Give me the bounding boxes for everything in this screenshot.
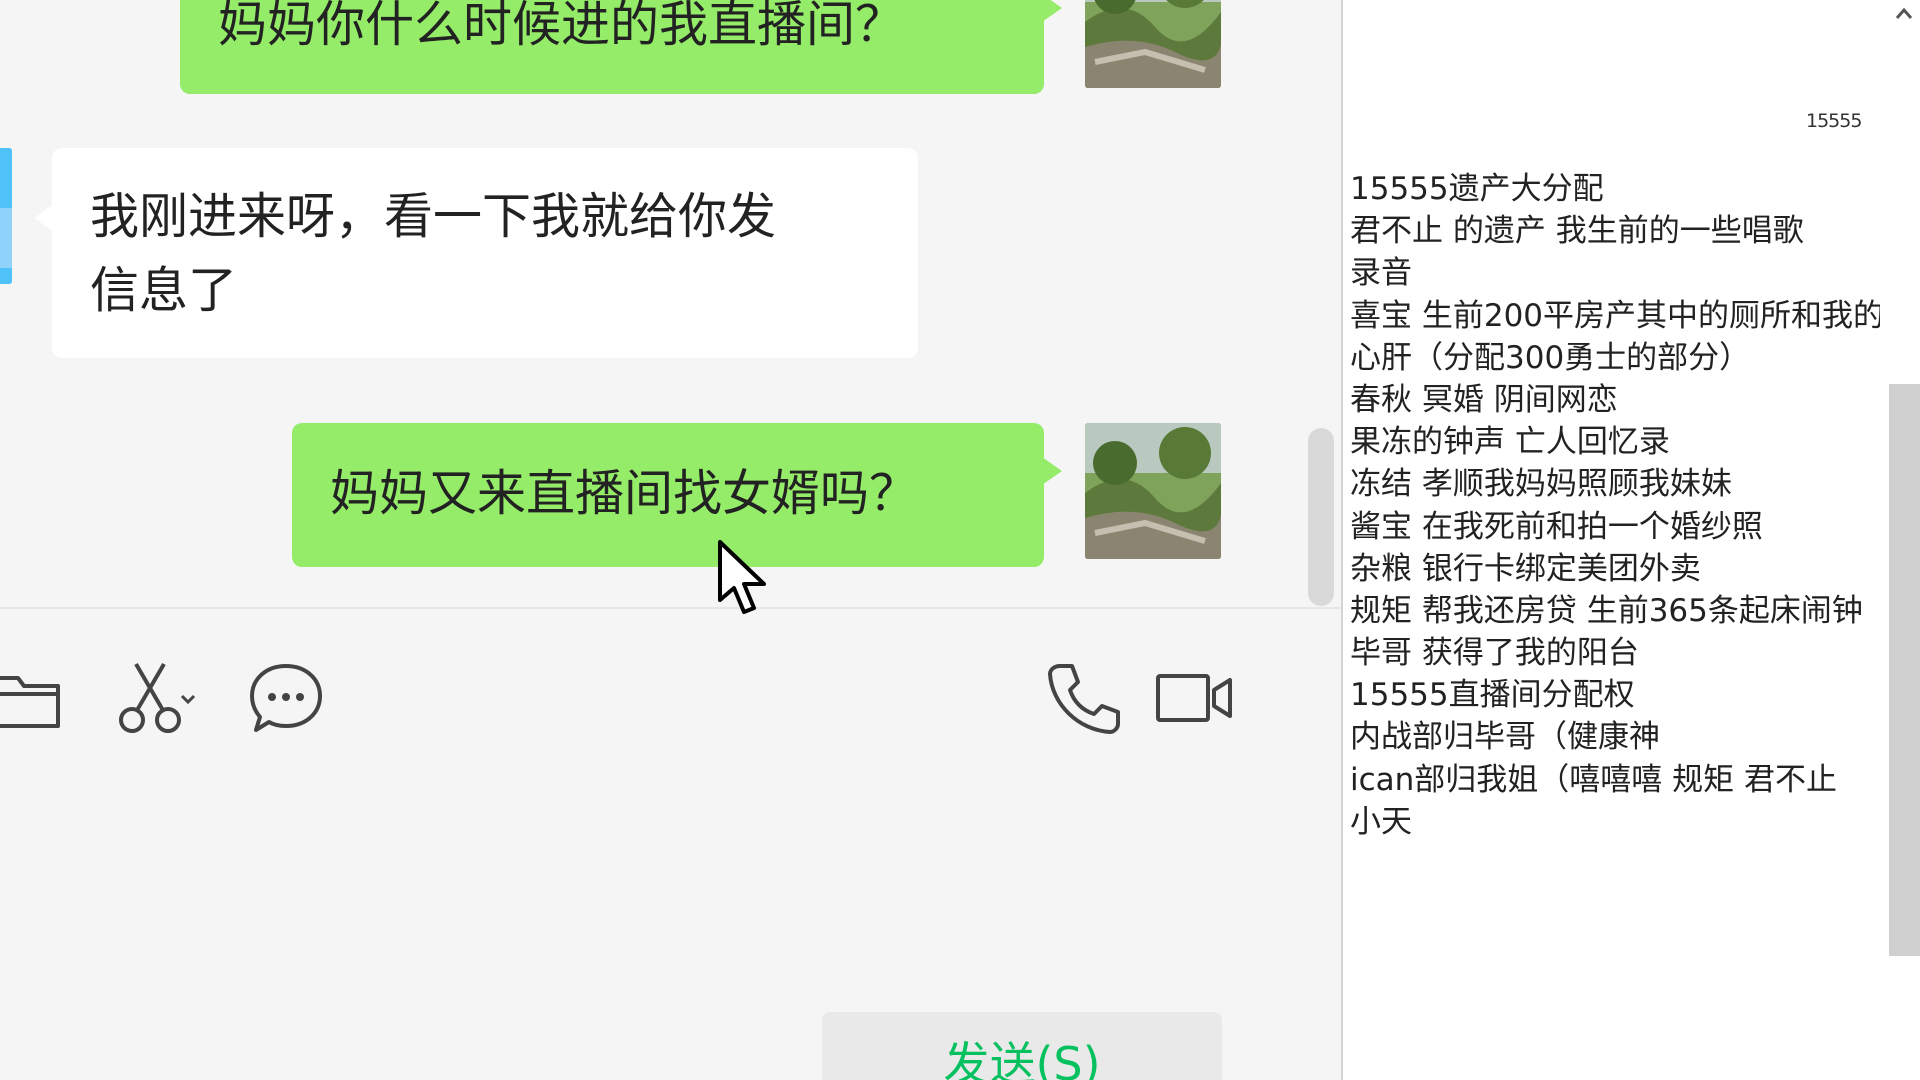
screen: 妈妈你什么时候进的我直播间？ 我刚进来呀，看一下我就给你发 信息了 妈妈又来直播… <box>0 0 1920 1080</box>
self-avatar[interactable] <box>1085 423 1221 559</box>
message-bubble-incoming[interactable]: 我刚进来呀，看一下我就给你发 信息了 <box>34 148 918 358</box>
phone-icon[interactable] <box>1046 660 1122 736</box>
scissors-icon[interactable] <box>118 660 198 736</box>
input-divider <box>0 607 1341 609</box>
message-text-line: 信息了 <box>90 262 238 319</box>
side-text-line: 君不止 的遗产 我生前的一些唱歌 <box>1350 213 1804 250</box>
folder-icon[interactable] <box>0 664 64 734</box>
contact-avatar[interactable] <box>0 148 12 284</box>
landscape-avatar-image <box>1085 0 1221 88</box>
side-text-line: 春秋 冥婚 阴间网恋 <box>1350 381 1618 418</box>
panel-id-label: 15555 <box>1806 110 1862 132</box>
send-button[interactable]: 发送(S) <box>822 1012 1222 1080</box>
side-text-line: 15555遗产大分配 <box>1350 171 1604 207</box>
side-text-line: 杂粮 银行卡绑定美团外卖 <box>1350 550 1701 587</box>
side-text-list: 15555遗产大分配 君不止 的遗产 我生前的一些唱歌 录音 喜宝 生前200平… <box>1350 168 1880 843</box>
side-text-line: ican部归我姐（嘻嘻嘻 规矩 君不止 <box>1350 761 1838 798</box>
side-scrollbar-thumb[interactable] <box>1889 384 1920 956</box>
message-scrollbar[interactable] <box>1308 428 1334 606</box>
message-bubble-outgoing[interactable]: 妈妈又来直播间找女婿吗？ <box>292 423 1062 567</box>
side-text-line: 酱宝 在我死前和拍一个婚纱照 <box>1350 508 1763 545</box>
side-text-line: 毕哥 获得了我的阳台 <box>1350 635 1639 672</box>
message-list[interactable]: 妈妈你什么时候进的我直播间？ 我刚进来呀，看一下我就给你发 信息了 妈妈又来直播… <box>0 0 1341 607</box>
panel-divider <box>1341 0 1343 1080</box>
message-text-line: 我刚进来呀，看一下我就给你发 <box>90 188 777 245</box>
side-text-line: 心肝（分配300勇士的部分） <box>1350 339 1751 376</box>
contact-avatar-image <box>0 148 12 284</box>
chat-bubble-icon[interactable] <box>248 662 324 734</box>
message-text: 妈妈又来直播间找女婿吗？ <box>330 465 919 522</box>
side-text-line: 规矩 帮我还房贷 生前365条起床闹钟 <box>1350 592 1863 629</box>
scroll-up-arrow-icon[interactable] <box>1893 4 1915 26</box>
self-avatar[interactable] <box>1085 0 1221 88</box>
side-text-line: 喜宝 生前200平房产其中的厕所和我的 <box>1350 297 1880 334</box>
message-bubble-outgoing[interactable]: 妈妈你什么时候进的我直播间？ <box>180 0 1062 94</box>
side-text-line: 录音 <box>1350 255 1412 292</box>
side-text-panel: ✕ 15555 15555遗产大分配 君不止 的遗产 我生前的一些唱歌 录音 喜… <box>1341 0 1920 1080</box>
chat-panel: 妈妈你什么时候进的我直播间？ 我刚进来呀，看一下我就给你发 信息了 妈妈又来直播… <box>0 0 1341 1080</box>
side-text-line: 冻结 孝顺我妈妈照顾我妹妹 <box>1350 466 1732 503</box>
side-text-line: 果冻的钟声 亡人回忆录 <box>1350 424 1670 461</box>
message-text: 妈妈你什么时候进的我直播间？ <box>218 0 905 53</box>
side-text-line: 15555直播间分配权 <box>1350 677 1635 714</box>
landscape-avatar-image <box>1085 423 1221 559</box>
mouse-cursor-icon <box>718 540 766 614</box>
video-icon[interactable] <box>1154 670 1236 726</box>
side-text-line: 小天 <box>1350 803 1412 840</box>
side-text-line: 内战部归毕哥（健康神 <box>1350 719 1660 756</box>
